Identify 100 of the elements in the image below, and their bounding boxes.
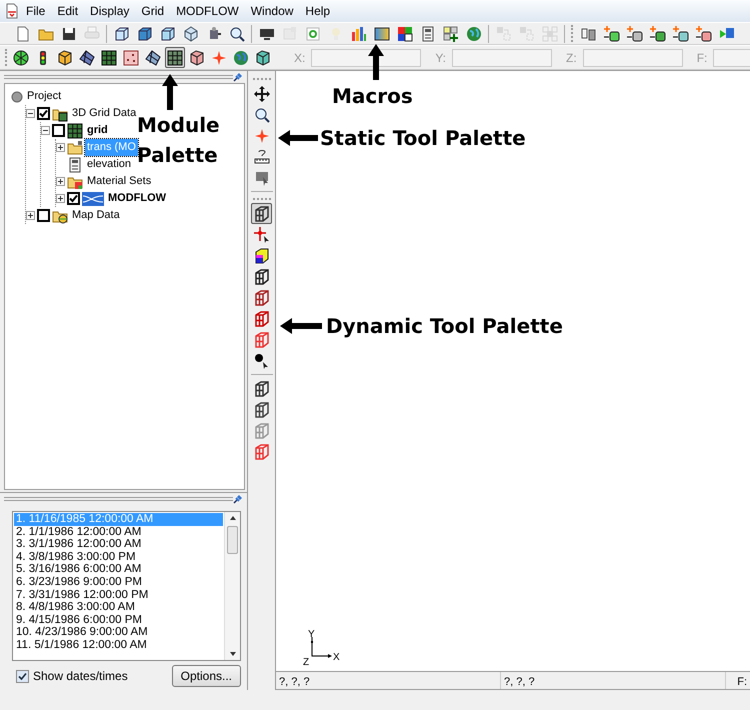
expand-icon[interactable]: [56, 177, 65, 186]
dot-icon: [254, 352, 270, 368]
coordinate-field[interactable]: [311, 48, 422, 66]
list-item[interactable]: 8. 4/8/1986 3:00:00 AM: [14, 601, 223, 614]
solid-icon: [255, 50, 271, 66]
save-icon: [60, 26, 76, 42]
solid-icon: [57, 50, 73, 66]
menu-item[interactable]: File: [20, 1, 52, 21]
cube-icon: [136, 26, 152, 42]
shapes-icon: [580, 26, 596, 42]
scrollbar[interactable]: [224, 512, 240, 660]
coordinate-field[interactable]: [713, 48, 750, 66]
grid-icon: [67, 122, 83, 138]
tree-item[interactable]: MODFLOW: [106, 190, 168, 207]
list-item[interactable]: 10. 4/23/1986 9:00:00 AM: [14, 626, 223, 639]
list-item[interactable]: 5. 3/16/1986 6:00:00 AM: [14, 563, 223, 576]
checkbox[interactable]: [37, 107, 50, 120]
field-label: Y:: [435, 50, 446, 66]
tool-button[interactable]: [251, 224, 272, 245]
arrow: [278, 130, 318, 146]
list-item[interactable]: 3. 3/1/1986 12:00:00 AM: [14, 538, 223, 551]
tree-item[interactable]: 3D Grid Data: [70, 105, 138, 122]
printer-icon: [84, 26, 100, 42]
star-icon: [254, 128, 270, 144]
wheel-icon: [13, 50, 29, 66]
toolbar-button[interactable]: [647, 23, 668, 44]
zoom-icon: [228, 26, 244, 42]
toolbar-button[interactable]: [693, 23, 714, 44]
list-item[interactable]: 6. 3/23/1986 9:00:00 PM: [14, 576, 223, 589]
checkbox[interactable]: [67, 192, 80, 205]
calculator-icon: [420, 26, 436, 42]
globe-icon: [466, 26, 482, 42]
cursor-icon: [254, 170, 270, 186]
pin-icon[interactable]: [233, 72, 243, 82]
menu-item[interactable]: MODFLOW: [170, 1, 245, 21]
copy-icon: [518, 26, 534, 42]
collapse-icon[interactable]: [41, 126, 50, 135]
time-list[interactable]: [12, 511, 241, 661]
menu-item[interactable]: Display: [84, 1, 136, 21]
arrow: [280, 318, 322, 334]
select-icon: [542, 26, 558, 42]
measure-icon: [254, 148, 270, 164]
add-module-icon: [672, 26, 688, 42]
cube-icon: [254, 206, 270, 222]
expand-icon[interactable]: [26, 211, 35, 220]
add-module-icon: [604, 26, 620, 42]
add-grid-icon: [442, 26, 458, 42]
toolbar-button[interactable]: [624, 23, 645, 44]
options-button[interactable]: Options...: [172, 665, 241, 687]
pin-icon[interactable]: [233, 494, 243, 504]
status-text: ?, ?, ?: [276, 672, 501, 689]
scatter-icon: [123, 50, 139, 66]
checkbox[interactable]: [37, 209, 50, 222]
expand-icon[interactable]: [56, 143, 65, 152]
axis-label: X: [333, 652, 340, 663]
frame-icon: [254, 332, 270, 348]
grid-icon: [167, 50, 183, 66]
checkbox[interactable]: [52, 124, 65, 137]
list-item[interactable]: 2. 1/1/1986 12:00:00 AM: [14, 526, 223, 538]
coordinate-field[interactable]: [582, 48, 683, 66]
scroll-thumb[interactable]: [227, 526, 238, 554]
list-item[interactable]: 4. 3/8/1986 3:00:00 PM: [14, 550, 223, 564]
expand-icon[interactable]: [56, 194, 65, 203]
coordinate-field[interactable]: [452, 48, 552, 66]
checkbox-label: Show dates/times: [33, 668, 128, 685]
annotation-label: Module Palette: [137, 112, 221, 169]
axis-label: Z: [303, 657, 310, 665]
collapse-icon[interactable]: [26, 109, 35, 118]
tree-item[interactable]: elevation: [85, 156, 134, 173]
wireframe-cube-icon: [182, 26, 198, 42]
menu-item[interactable]: Window: [244, 1, 300, 21]
list-item[interactable]: 11. 5/1/1986 12:00:00 AM: [14, 638, 223, 652]
toolbar-button[interactable]: [601, 23, 622, 44]
menu-item[interactable]: Help: [299, 1, 336, 21]
refresh-icon: [304, 26, 320, 42]
module-button[interactable]: [165, 47, 185, 68]
tree-item[interactable]: grid: [85, 122, 110, 139]
toolbar-button[interactable]: [670, 23, 691, 44]
menu-item[interactable]: Edit: [51, 1, 84, 21]
tree-item[interactable]: Project: [25, 88, 64, 105]
annotation-label: Dynamic Tool Palette: [326, 313, 563, 340]
tree-item[interactable]: Map Data: [70, 207, 122, 224]
checkbox[interactable]: [16, 670, 29, 682]
list-item[interactable]: 9. 4/15/1986 6:00:00 PM: [14, 614, 223, 626]
cube-icon: [254, 380, 270, 396]
menu-item[interactable]: Grid: [135, 1, 170, 21]
tool-button[interactable]: [251, 203, 272, 224]
cube-icon: [254, 268, 270, 284]
cube-icon: [160, 26, 176, 42]
table-icon: [67, 156, 83, 172]
add-module-icon: [626, 26, 642, 42]
tree-item[interactable]: Material Sets: [85, 173, 154, 190]
app-icon: [4, 3, 20, 19]
cube-icon: [254, 422, 270, 438]
star-icon: [211, 50, 227, 66]
list-item[interactable]: 7. 3/31/1986 12:00:00 PM: [14, 588, 223, 602]
cube-icon: [254, 402, 270, 418]
mesh-icon: [79, 50, 95, 66]
arrow: [162, 74, 178, 110]
color-squares-icon: [396, 26, 412, 42]
